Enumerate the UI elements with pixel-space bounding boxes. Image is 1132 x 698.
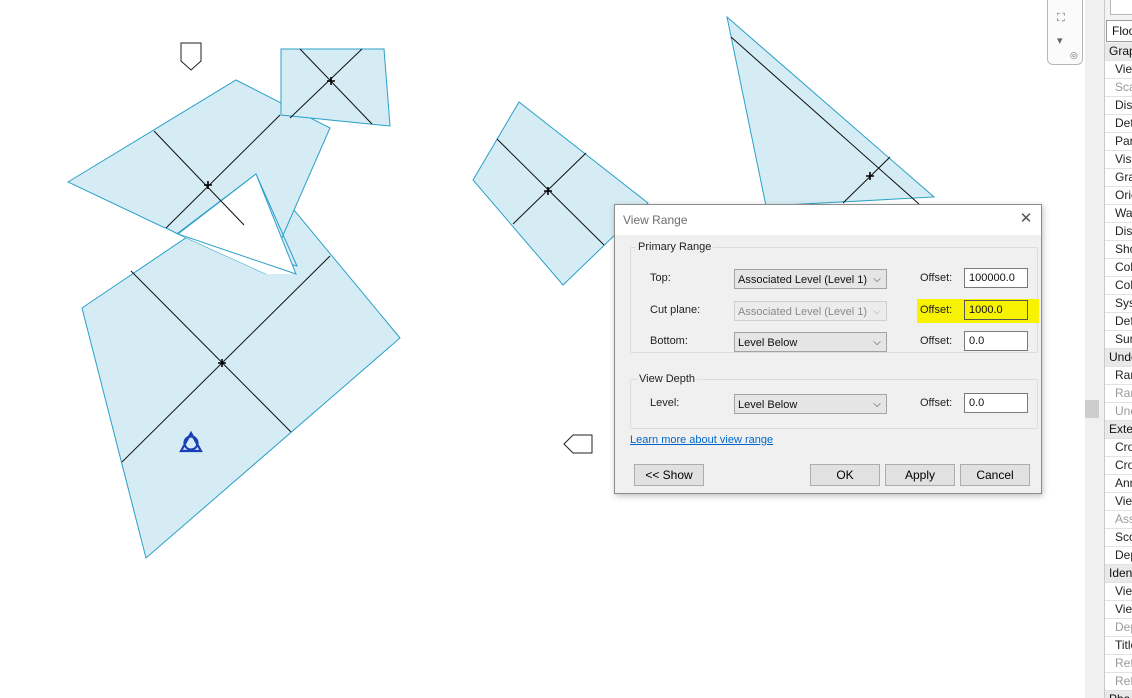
property-row: Ref <box>1105 673 1132 691</box>
vertical-scrollbar[interactable] <box>1085 0 1104 698</box>
view-range-dialog: View Range ✕ Primary Range Top: Associat… <box>614 204 1042 494</box>
property-row: Asso <box>1105 511 1132 529</box>
top-label: Top: <box>650 272 671 284</box>
bottom-label: Bottom: <box>650 335 688 347</box>
bottom-offset-label: Offset: <box>920 335 953 347</box>
floor-region-triangle[interactable] <box>726 15 936 207</box>
property-row[interactable]: Dep <box>1105 547 1132 565</box>
properties-group-header[interactable]: Grap <box>1105 43 1132 61</box>
navigation-bar[interactable]: ⛶ ▾ ◎ <box>1047 0 1083 65</box>
property-row[interactable]: Cro <box>1105 439 1132 457</box>
property-row[interactable]: Defa <box>1105 313 1132 331</box>
depth-offset-label: Offset: <box>920 397 953 409</box>
cancel-button[interactable]: Cancel <box>960 464 1030 486</box>
property-row[interactable]: Deta <box>1105 115 1132 133</box>
cut-plane-level-select: Associated Level (Level 1) ⌵ <box>734 301 887 321</box>
apply-button[interactable]: Apply <box>885 464 955 486</box>
properties-group-header[interactable]: Unde <box>1105 349 1132 367</box>
ok-button[interactable]: OK <box>810 464 880 486</box>
properties-header-box <box>1110 0 1132 15</box>
primary-range-legend: Primary Range <box>636 241 714 253</box>
settings-icon[interactable]: ◎ <box>1070 50 1078 61</box>
dialog-titlebar[interactable]: View Range ✕ <box>615 205 1041 235</box>
property-row[interactable]: Sco <box>1105 529 1132 547</box>
property-row[interactable]: Colc <box>1105 259 1132 277</box>
properties-palette: Floo GrapVievScalDispDetaPartVisiGrapOri… <box>1104 0 1132 698</box>
property-row[interactable]: Part <box>1105 133 1132 151</box>
properties-group-header[interactable]: Iden <box>1105 565 1132 583</box>
cut-plane-offset-label: Offset: <box>920 304 953 316</box>
zoom-icon[interactable]: ⛶ <box>1057 12 1065 25</box>
property-row[interactable]: Viev <box>1105 61 1132 79</box>
top-offset-label: Offset: <box>920 272 953 284</box>
property-row[interactable]: Orie <box>1105 187 1132 205</box>
chevron-down-icon: ⌵ <box>873 306 881 317</box>
property-row[interactable]: Disc <box>1105 223 1132 241</box>
property-row: Und <box>1105 403 1132 421</box>
depth-level-label: Level: <box>650 397 680 409</box>
depth-level-select[interactable]: Level Below ⌵ <box>734 394 887 414</box>
bottom-offset-input[interactable]: 0.0 <box>964 331 1028 351</box>
depth-offset-input[interactable]: 0.0 <box>964 393 1028 413</box>
property-row[interactable]: Disp <box>1105 97 1132 115</box>
property-row[interactable]: Title <box>1105 637 1132 655</box>
property-row[interactable]: Viev <box>1105 601 1132 619</box>
property-row[interactable]: Grap <box>1105 169 1132 187</box>
top-level-select[interactable]: Associated Level (Level 1) ⌵ <box>734 269 887 289</box>
property-row: Scal <box>1105 79 1132 97</box>
property-row[interactable]: Syst <box>1105 295 1132 313</box>
property-row[interactable]: Wal <box>1105 205 1132 223</box>
learn-more-link[interactable]: Learn more about view range <box>630 434 773 446</box>
scrollbar-thumb[interactable] <box>1085 400 1099 418</box>
property-row[interactable]: Ann <box>1105 475 1132 493</box>
properties-group-header[interactable]: Exter <box>1105 421 1132 439</box>
dialog-title: View Range <box>623 213 688 227</box>
chevron-down-icon: ⌵ <box>873 399 881 410</box>
property-row[interactable]: Cro <box>1105 457 1132 475</box>
chevron-down-icon: ⌵ <box>873 337 881 348</box>
view-depth-legend: View Depth <box>637 373 698 385</box>
property-row[interactable]: Ran <box>1105 367 1132 385</box>
property-row[interactable]: Sho <box>1105 241 1132 259</box>
cut-plane-offset-input[interactable]: 1000.0 <box>964 300 1028 320</box>
chevron-down-icon: ⌵ <box>873 274 881 285</box>
chevron-down-icon[interactable]: ▾ <box>1057 34 1063 47</box>
property-row: Ref <box>1105 655 1132 673</box>
property-row[interactable]: Viev <box>1105 493 1132 511</box>
property-row[interactable]: Sun <box>1105 331 1132 349</box>
property-row[interactable]: Visi <box>1105 151 1132 169</box>
type-selector[interactable]: Floo <box>1106 20 1132 42</box>
properties-group-header[interactable]: Pha <box>1105 691 1132 698</box>
view-tag-top[interactable] <box>180 42 202 71</box>
view-tag-left[interactable] <box>563 434 593 454</box>
top-offset-input[interactable]: 100000.0 <box>964 268 1028 288</box>
property-row[interactable]: Colc <box>1105 277 1132 295</box>
cut-plane-label: Cut plane: <box>650 304 701 316</box>
property-row: Dep <box>1105 619 1132 637</box>
property-row[interactable]: Viev <box>1105 583 1132 601</box>
property-row: Ran <box>1105 385 1132 403</box>
floor-region-small-top[interactable] <box>280 48 391 127</box>
bottom-level-select[interactable]: Level Below ⌵ <box>734 332 887 352</box>
show-button[interactable]: << Show <box>634 464 704 486</box>
close-icon[interactable]: ✕ <box>1016 209 1036 229</box>
